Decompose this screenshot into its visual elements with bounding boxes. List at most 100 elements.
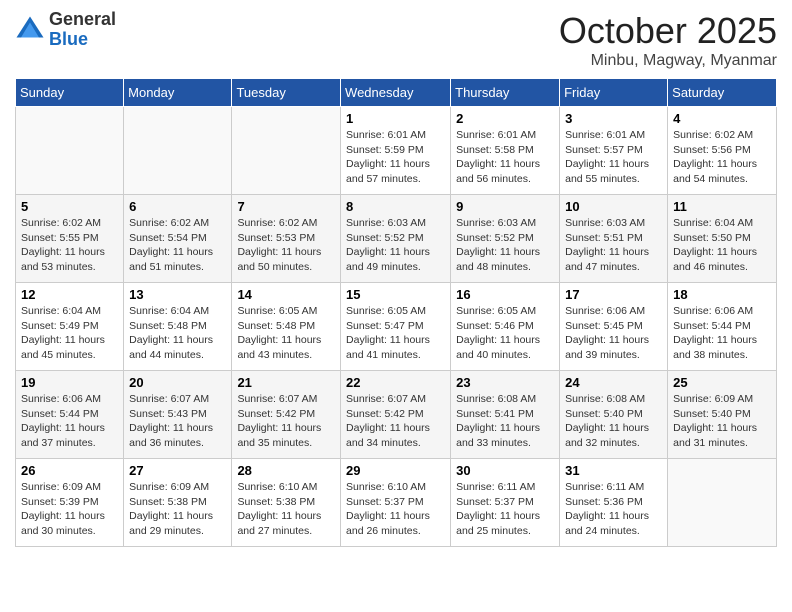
calendar-cell: 23 Sunrise: 6:08 AMSunset: 5:41 PMDayligh… [451, 371, 560, 459]
day-info: Sunrise: 6:01 AMSunset: 5:59 PMDaylight:… [346, 128, 445, 187]
day-info: Sunrise: 6:03 AMSunset: 5:52 PMDaylight:… [346, 216, 445, 275]
calendar-cell: 10 Sunrise: 6:03 AMSunset: 5:51 PMDayligh… [560, 195, 668, 283]
day-number: 26 [21, 463, 118, 478]
calendar-cell: 6 Sunrise: 6:02 AMSunset: 5:54 PMDaylight… [124, 195, 232, 283]
header: General Blue October 2025 Minbu, Magway,… [15, 10, 777, 70]
day-info: Sunrise: 6:04 AMSunset: 5:50 PMDaylight:… [673, 216, 771, 275]
header-wednesday: Wednesday [341, 79, 451, 107]
day-number: 10 [565, 199, 662, 214]
day-info: Sunrise: 6:09 AMSunset: 5:38 PMDaylight:… [129, 480, 226, 539]
day-info: Sunrise: 6:04 AMSunset: 5:49 PMDaylight:… [21, 304, 118, 363]
weekday-header-row: SundayMondayTuesdayWednesdayThursdayFrid… [16, 79, 777, 107]
day-number: 23 [456, 375, 554, 390]
calendar-cell: 25 Sunrise: 6:09 AMSunset: 5:40 PMDayligh… [668, 371, 777, 459]
calendar-cell: 14Sunrise: 6:05 AMSunset: 5:48 PMDayligh… [232, 283, 341, 371]
day-number: 12 [21, 287, 118, 302]
calendar-cell: 5 Sunrise: 6:02 AMSunset: 5:55 PMDaylight… [16, 195, 124, 283]
day-info: Sunrise: 6:07 AMSunset: 5:43 PMDaylight:… [129, 392, 226, 451]
day-info: Sunrise: 6:08 AMSunset: 5:40 PMDaylight:… [565, 392, 662, 451]
day-info: Sunrise: 6:08 AMSunset: 5:41 PMDaylight:… [456, 392, 554, 451]
calendar-cell: 20 Sunrise: 6:07 AMSunset: 5:43 PMDayligh… [124, 371, 232, 459]
header-sunday: Sunday [16, 79, 124, 107]
day-info: Sunrise: 6:09 AMSunset: 5:40 PMDaylight:… [673, 392, 771, 451]
calendar-cell: 7 Sunrise: 6:02 AMSunset: 5:53 PMDaylight… [232, 195, 341, 283]
day-number: 7 [237, 199, 335, 214]
day-info: Sunrise: 6:02 AMSunset: 5:54 PMDaylight:… [129, 216, 226, 275]
header-thursday: Thursday [451, 79, 560, 107]
day-info: Sunrise: 6:07 AMSunset: 5:42 PMDaylight:… [237, 392, 335, 451]
day-number: 28 [237, 463, 335, 478]
day-info: Sunrise: 6:05 AMSunset: 5:48 PMDaylight:… [237, 304, 335, 363]
title-area: October 2025 Minbu, Magway, Myanmar [559, 10, 777, 70]
calendar-cell: 12 Sunrise: 6:04 AMSunset: 5:49 PMDayligh… [16, 283, 124, 371]
day-info: Sunrise: 6:11 AMSunset: 5:36 PMDaylight:… [565, 480, 662, 539]
day-number: 5 [21, 199, 118, 214]
day-number: 21 [237, 375, 335, 390]
calendar-cell [124, 107, 232, 195]
calendar-cell: 15 Sunrise: 6:05 AMSunset: 5:47 PMDayligh… [341, 283, 451, 371]
logo: General Blue [15, 10, 116, 50]
day-number: 4 [673, 111, 771, 126]
calendar-cell: 17 Sunrise: 6:06 AMSunset: 5:45 PMDayligh… [560, 283, 668, 371]
calendar-cell: 16Sunrise: 6:05 AMSunset: 5:46 PMDayligh… [451, 283, 560, 371]
calendar-cell [232, 107, 341, 195]
day-info: Sunrise: 6:02 AMSunset: 5:56 PMDaylight:… [673, 128, 771, 187]
day-number: 27 [129, 463, 226, 478]
day-info: Sunrise: 6:05 AMSunset: 5:46 PMDaylight:… [456, 304, 554, 363]
calendar-cell [668, 459, 777, 547]
day-info: Sunrise: 6:04 AMSunset: 5:48 PMDaylight:… [129, 304, 226, 363]
day-number: 25 [673, 375, 771, 390]
calendar-cell: 11 Sunrise: 6:04 AMSunset: 5:50 PMDayligh… [668, 195, 777, 283]
day-info: Sunrise: 6:09 AMSunset: 5:39 PMDaylight:… [21, 480, 118, 539]
calendar-table: SundayMondayTuesdayWednesdayThursdayFrid… [15, 78, 777, 547]
calendar-cell [16, 107, 124, 195]
day-info: Sunrise: 6:03 AMSunset: 5:52 PMDaylight:… [456, 216, 554, 275]
calendar-cell: 2Sunrise: 6:01 AMSunset: 5:58 PMDaylight… [451, 107, 560, 195]
day-number: 17 [565, 287, 662, 302]
calendar-cell: 26 Sunrise: 6:09 AMSunset: 5:39 PMDayligh… [16, 459, 124, 547]
calendar-cell: 28 Sunrise: 6:10 AMSunset: 5:38 PMDayligh… [232, 459, 341, 547]
calendar-cell: 21 Sunrise: 6:07 AMSunset: 5:42 PMDayligh… [232, 371, 341, 459]
calendar-cell: 24 Sunrise: 6:08 AMSunset: 5:40 PMDayligh… [560, 371, 668, 459]
calendar-cell: 8Sunrise: 6:03 AMSunset: 5:52 PMDaylight… [341, 195, 451, 283]
day-number: 11 [673, 199, 771, 214]
header-friday: Friday [560, 79, 668, 107]
day-number: 22 [346, 375, 445, 390]
logo-text: General Blue [49, 10, 116, 50]
day-number: 9 [456, 199, 554, 214]
day-info: Sunrise: 6:05 AMSunset: 5:47 PMDaylight:… [346, 304, 445, 363]
day-info: Sunrise: 6:06 AMSunset: 5:45 PMDaylight:… [565, 304, 662, 363]
day-info: Sunrise: 6:02 AMSunset: 5:53 PMDaylight:… [237, 216, 335, 275]
day-number: 15 [346, 287, 445, 302]
calendar-cell: 27 Sunrise: 6:09 AMSunset: 5:38 PMDayligh… [124, 459, 232, 547]
day-info: Sunrise: 6:06 AMSunset: 5:44 PMDaylight:… [673, 304, 771, 363]
day-info: Sunrise: 6:10 AMSunset: 5:38 PMDaylight:… [237, 480, 335, 539]
day-number: 6 [129, 199, 226, 214]
calendar-cell: 9 Sunrise: 6:03 AMSunset: 5:52 PMDaylight… [451, 195, 560, 283]
day-number: 31 [565, 463, 662, 478]
day-info: Sunrise: 6:11 AMSunset: 5:37 PMDaylight:… [456, 480, 554, 539]
day-number: 2 [456, 111, 554, 126]
calendar-cell: 19Sunrise: 6:06 AMSunset: 5:44 PMDayligh… [16, 371, 124, 459]
week-row-4: 19Sunrise: 6:06 AMSunset: 5:44 PMDayligh… [16, 371, 777, 459]
day-info: Sunrise: 6:03 AMSunset: 5:51 PMDaylight:… [565, 216, 662, 275]
day-number: 30 [456, 463, 554, 478]
logo-icon [15, 15, 45, 45]
day-number: 20 [129, 375, 226, 390]
week-row-1: 1Sunrise: 6:01 AMSunset: 5:59 PMDaylight… [16, 107, 777, 195]
day-number: 13 [129, 287, 226, 302]
day-info: Sunrise: 6:07 AMSunset: 5:42 PMDaylight:… [346, 392, 445, 451]
day-info: Sunrise: 6:10 AMSunset: 5:37 PMDaylight:… [346, 480, 445, 539]
day-info: Sunrise: 6:02 AMSunset: 5:55 PMDaylight:… [21, 216, 118, 275]
header-monday: Monday [124, 79, 232, 107]
day-number: 18 [673, 287, 771, 302]
day-number: 24 [565, 375, 662, 390]
day-number: 29 [346, 463, 445, 478]
calendar-cell: 29 Sunrise: 6:10 AMSunset: 5:37 PMDayligh… [341, 459, 451, 547]
calendar-cell: 1Sunrise: 6:01 AMSunset: 5:59 PMDaylight… [341, 107, 451, 195]
calendar-cell: 22 Sunrise: 6:07 AMSunset: 5:42 PMDayligh… [341, 371, 451, 459]
day-info: Sunrise: 6:01 AMSunset: 5:57 PMDaylight:… [565, 128, 662, 187]
week-row-2: 5 Sunrise: 6:02 AMSunset: 5:55 PMDaylight… [16, 195, 777, 283]
week-row-3: 12 Sunrise: 6:04 AMSunset: 5:49 PMDayligh… [16, 283, 777, 371]
day-number: 19 [21, 375, 118, 390]
